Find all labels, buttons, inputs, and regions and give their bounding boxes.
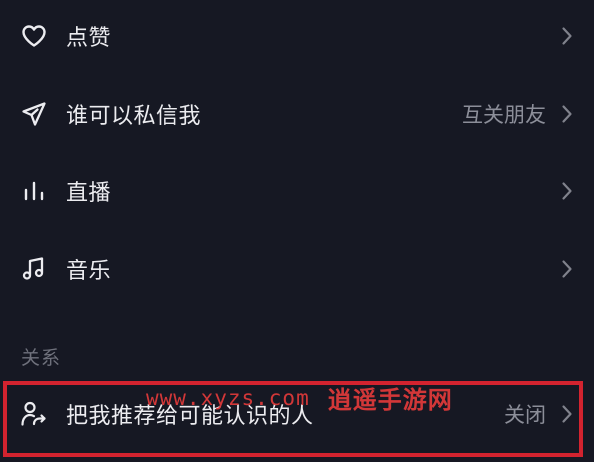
chevron-right-icon: [560, 258, 574, 280]
settings-row-direct-message[interactable]: 谁可以私信我 互关朋友: [0, 84, 594, 144]
send-icon: [20, 100, 48, 128]
settings-row-label: 直播: [66, 181, 112, 206]
settings-row-like[interactable]: 点赞: [0, 6, 594, 66]
settings-row-label: 谁可以私信我: [66, 104, 202, 129]
music-note-icon: [20, 255, 48, 283]
section-header-relations: 关系: [21, 347, 62, 369]
settings-row-label: 音乐: [66, 259, 112, 284]
settings-row-recommend-to-contacts[interactable]: 把我推荐给可能认识的人 关闭: [0, 384, 594, 444]
settings-row-label: 点赞: [66, 26, 112, 51]
chevron-right-icon: [560, 403, 574, 425]
settings-row-label: 把我推荐给可能认识的人: [66, 404, 314, 429]
settings-row-value: 互关朋友: [462, 103, 546, 127]
settings-row-value: 关闭: [504, 403, 546, 427]
chevron-right-icon: [560, 180, 574, 202]
equalizer-bars-icon: [20, 177, 48, 205]
chevron-right-icon: [560, 103, 574, 125]
settings-row-live[interactable]: 直播: [0, 161, 594, 221]
heart-icon: [20, 22, 48, 50]
chevron-right-icon: [560, 25, 574, 47]
settings-row-music[interactable]: 音乐: [0, 239, 594, 299]
person-share-icon: [20, 400, 48, 428]
